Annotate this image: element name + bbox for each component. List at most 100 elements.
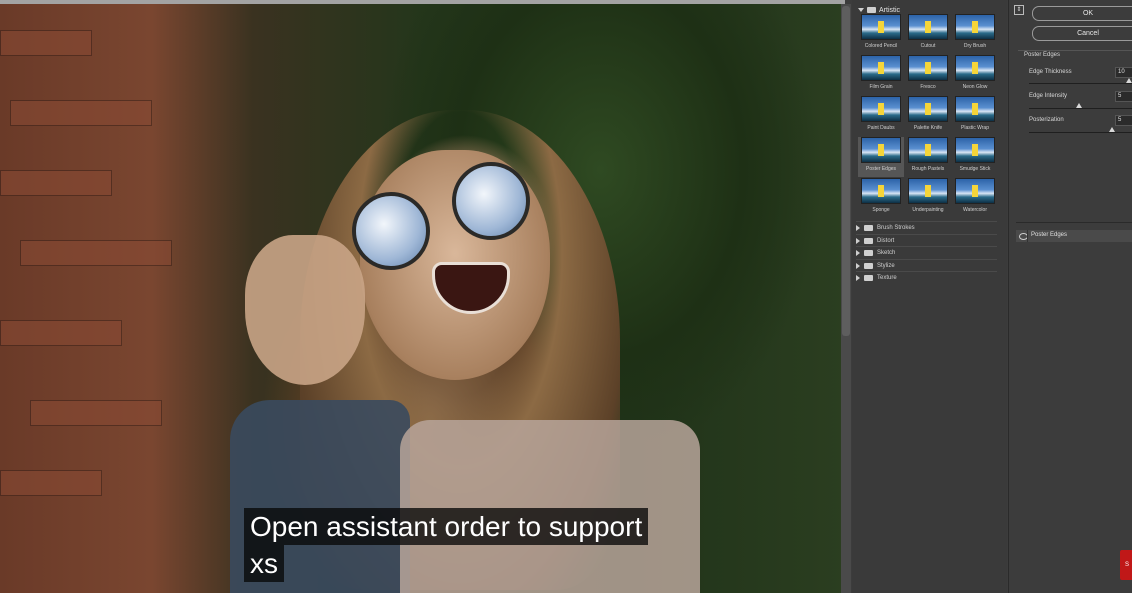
triangle-right-icon — [856, 237, 860, 244]
filter-thumb-rough-pastels[interactable]: Rough Pastels — [905, 137, 951, 177]
posterization-label: Posterization — [1029, 117, 1064, 123]
filter-thumb-image — [955, 178, 995, 204]
edge-thickness-slider-knob[interactable] — [1126, 78, 1132, 83]
sailboat-icon — [878, 103, 884, 115]
filter-thumb-image — [908, 55, 948, 81]
category-brush-strokes[interactable]: Brush Strokes — [856, 221, 997, 234]
category-texture[interactable]: Texture — [856, 271, 997, 284]
filter-thumb-image — [955, 137, 995, 163]
filter-preview-image[interactable] — [0, 0, 845, 593]
posterization-slider-knob[interactable] — [1109, 127, 1115, 132]
filter-thumb-image — [908, 96, 948, 122]
filter-thumb-image — [955, 14, 995, 40]
filter-thumb-image — [955, 96, 995, 122]
effect-layer-name: Poster Edges — [1031, 232, 1068, 238]
category-label: Distort — [877, 237, 895, 244]
preview-top-border — [0, 0, 845, 4]
sailboat-icon — [972, 62, 978, 74]
category-label: Sketch — [877, 250, 896, 256]
filter-thumb-paint-daubs[interactable]: Paint Daubs — [858, 96, 904, 136]
posterization-slider[interactable] — [1029, 132, 1132, 133]
folder-icon — [864, 250, 873, 256]
filter-thumb-film-grain[interactable]: Film Grain — [858, 55, 904, 95]
preview-scrollbar-thumb[interactable] — [842, 6, 850, 336]
brick — [0, 320, 122, 346]
filter-thumb-cutout[interactable]: Cutout — [905, 14, 951, 54]
filter-thumb-image — [861, 55, 901, 81]
filter-thumb-dry-brush[interactable]: Dry Brush — [952, 14, 998, 54]
filter-thumb-label: Rough Pastels — [911, 166, 945, 172]
filter-thumb-image — [908, 137, 948, 163]
filter-thumb-fresco[interactable]: Fresco — [905, 55, 951, 95]
folder-icon — [864, 237, 873, 244]
folder-icon — [867, 7, 876, 13]
filter-thumb-label: Fresco — [920, 84, 936, 90]
filter-thumb-palette-knife[interactable]: Palette Knife — [905, 96, 951, 136]
sailboat-icon — [878, 62, 884, 74]
edge-thickness-slider[interactable] — [1029, 83, 1132, 84]
ok-button[interactable]: OK — [1032, 6, 1132, 21]
folder-icon — [864, 275, 873, 281]
filter-thumb-watercolor[interactable]: Watercolor — [952, 178, 998, 218]
layer-separator — [1027, 230, 1028, 242]
sailboat-icon — [972, 185, 978, 197]
category-label: Artistic — [879, 6, 900, 14]
filter-thumb-smudge-stick[interactable]: Smudge Stick — [952, 137, 998, 177]
filter-thumb-label: Plastic Wrap — [961, 125, 989, 131]
filter-thumb-label: Paint Daubs — [867, 125, 895, 131]
caption-line-2: xs — [244, 545, 284, 582]
sailboat-icon — [925, 62, 931, 74]
category-distort[interactable]: Distort — [856, 233, 997, 247]
filter-thumb-neon-glow[interactable]: Neon Glow — [952, 55, 998, 95]
filter-thumb-label: Smudge Stick — [959, 166, 991, 172]
filter-thumb-underpainting[interactable]: Underpainting — [905, 178, 951, 218]
cancel-button[interactable]: Cancel — [1032, 26, 1132, 41]
category-label: Stylize — [877, 262, 895, 269]
filter-thumb-image — [908, 178, 948, 204]
sunglasses-left-lens — [352, 192, 430, 270]
filter-name-label: Poster Edges — [1024, 52, 1061, 58]
posterization-input[interactable]: 5 — [1115, 115, 1132, 126]
filter-thumb-label: Watercolor — [963, 207, 987, 213]
edge-thickness-input[interactable]: 10 — [1115, 67, 1132, 78]
category-sketch[interactable]: Sketch — [856, 246, 997, 259]
filter-thumb-plastic-wrap[interactable]: Plastic Wrap — [952, 96, 998, 136]
filter-thumb-label: Poster Edges — [865, 166, 897, 172]
triangle-right-icon — [856, 262, 860, 269]
channel-badge-icon[interactable]: S — [1120, 550, 1132, 580]
filter-thumb-label: Underpainting — [912, 207, 944, 213]
filter-thumb-poster-edges[interactable]: Poster Edges — [858, 137, 904, 177]
sailboat-icon — [878, 185, 884, 197]
filter-thumb-image — [861, 137, 901, 163]
edge-intensity-label: Edge Intensity — [1029, 93, 1068, 99]
filter-thumb-label: Film Grain — [869, 84, 893, 90]
triangle-right-icon — [856, 275, 860, 281]
filter-thumb-image — [908, 14, 948, 40]
triangle-right-icon — [856, 250, 860, 256]
sailboat-icon — [972, 144, 978, 156]
category-stylize[interactable]: Stylize — [856, 258, 997, 272]
brick — [0, 170, 112, 196]
edge-intensity-slider-knob[interactable] — [1076, 103, 1082, 108]
filter-thumb-sponge[interactable]: Sponge — [858, 178, 904, 218]
sailboat-icon — [925, 185, 931, 197]
video-caption: Open assistant order to support xs — [244, 508, 649, 582]
sailboat-icon — [878, 144, 884, 156]
folder-icon — [864, 225, 873, 231]
brick — [0, 470, 102, 496]
effect-layers-divider — [1016, 222, 1132, 223]
sailboat-icon — [972, 21, 978, 33]
category-label: Texture — [877, 275, 897, 281]
edge-intensity-slider[interactable] — [1029, 108, 1132, 109]
sailboat-icon — [925, 144, 931, 156]
filter-thumb-label: Colored Pencil — [864, 43, 898, 49]
category-label: Brush Strokes — [877, 225, 915, 231]
collapse-gallery-icon[interactable]: ⇕ — [1014, 5, 1024, 15]
triangle-right-icon — [856, 225, 860, 231]
filter-thumb-colored-pencil[interactable]: Colored Pencil — [858, 14, 904, 54]
edge-intensity-input[interactable]: 5 — [1115, 91, 1132, 102]
brick — [0, 30, 92, 56]
sailboat-icon — [972, 103, 978, 115]
sunglasses-right-lens — [452, 162, 530, 240]
folder-icon — [864, 262, 873, 269]
